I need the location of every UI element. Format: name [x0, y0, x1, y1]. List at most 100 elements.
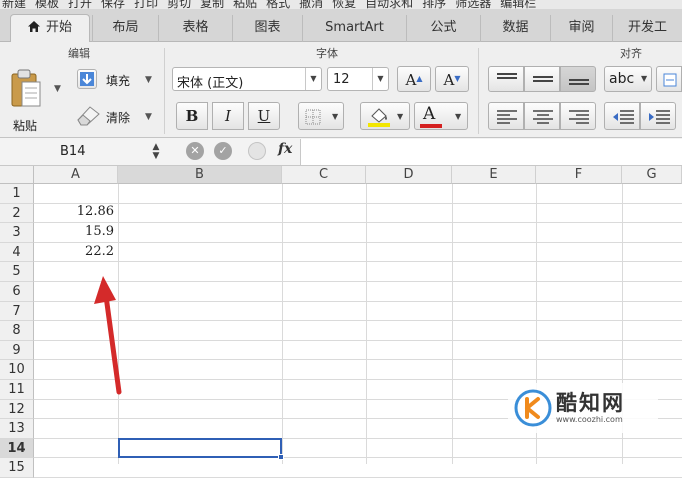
toolbar-formula-bar[interactable]: 编辑栏: [500, 0, 536, 9]
toolbar-open[interactable]: 打开: [68, 0, 92, 9]
fill-handle[interactable]: [278, 454, 284, 460]
tab-home[interactable]: 开始: [10, 14, 90, 43]
row-header-6[interactable]: 6: [0, 282, 34, 302]
insert-function-circle-icon[interactable]: [248, 142, 266, 160]
font-size-select[interactable]: 12 ▼: [327, 67, 389, 91]
toolbar-paste[interactable]: 粘贴: [233, 0, 257, 9]
toolbar-print[interactable]: 打印: [134, 0, 158, 9]
increase-indent-icon: [649, 110, 670, 124]
row-header-5[interactable]: 5: [0, 262, 34, 282]
toolbar-format[interactable]: 格式: [266, 0, 290, 9]
formula-input[interactable]: [300, 139, 682, 165]
toolbar-undo[interactable]: 撤消: [299, 0, 323, 9]
column-header-e[interactable]: E: [452, 166, 536, 184]
fx-icon[interactable]: fx: [278, 141, 292, 157]
eraser-icon[interactable]: [74, 104, 102, 126]
tab-layout[interactable]: 布局: [92, 15, 158, 42]
toolbar-sort[interactable]: 排序: [422, 0, 446, 9]
column-header-b[interactable]: B: [118, 166, 282, 184]
align-center-icon: [533, 110, 553, 124]
gridline: [282, 184, 283, 464]
bold-button[interactable]: B: [176, 102, 208, 130]
row-header-10[interactable]: 10: [0, 360, 34, 380]
font-color-button[interactable]: A ▼: [414, 102, 468, 130]
font-size-value: 12: [333, 72, 350, 87]
selected-cell-b14[interactable]: [118, 438, 282, 458]
name-box-stepper-icon[interactable]: ▲ ▼: [150, 143, 162, 161]
row-header-3[interactable]: 3: [0, 223, 34, 243]
gridline: [366, 184, 367, 464]
shrink-font-button[interactable]: A▼: [435, 66, 469, 92]
quick-toolbar: 新建 模板 打开 保存 打印 剪切 复制 粘贴 格式 撤消 恢复 自动求和 排序…: [0, 0, 682, 9]
align-right-button[interactable]: [560, 102, 596, 130]
toolbar-save[interactable]: 保存: [101, 0, 125, 9]
chevron-down-icon: ▼: [372, 68, 388, 90]
toolbar-new[interactable]: 新建: [2, 0, 26, 9]
fill-button[interactable]: [77, 69, 97, 89]
tab-developer[interactable]: 开发工: [612, 15, 682, 42]
merge-button[interactable]: [656, 66, 682, 92]
row-header-4[interactable]: 4: [0, 242, 34, 263]
toolbar-cut[interactable]: 剪切: [167, 0, 191, 9]
underline-button[interactable]: U: [248, 102, 280, 130]
toolbar-filter[interactable]: 筛选器: [455, 0, 491, 9]
gridline: [34, 300, 682, 302]
group-divider: [478, 48, 479, 134]
toolbar-redo[interactable]: 恢复: [332, 0, 356, 9]
confirm-icon[interactable]: ✓: [214, 142, 232, 160]
tab-charts[interactable]: 图表: [232, 15, 302, 42]
tab-review[interactable]: 审阅: [550, 15, 612, 42]
column-header-a[interactable]: A: [34, 166, 118, 184]
chevron-down-icon: ▼: [332, 112, 339, 121]
toolbar-template[interactable]: 模板: [35, 0, 59, 9]
row-header-1[interactable]: 1: [0, 184, 34, 204]
column-header-d[interactable]: D: [366, 166, 452, 184]
wrap-text-button[interactable]: abc ▼: [604, 66, 652, 92]
align-center-button[interactable]: [524, 102, 560, 130]
paste-icon[interactable]: [10, 68, 44, 112]
tab-data[interactable]: 数据: [480, 15, 550, 42]
align-bottom-button[interactable]: [560, 66, 596, 92]
column-header-c[interactable]: C: [282, 166, 366, 184]
toolbar-copy[interactable]: 复制: [200, 0, 224, 9]
tab-smartart[interactable]: SmartArt: [302, 15, 406, 42]
paste-dropdown-icon[interactable]: ▼: [54, 84, 61, 94]
align-right-icon: [569, 110, 589, 124]
name-box[interactable]: B14 ▲ ▼: [0, 140, 172, 164]
column-header-g[interactable]: G: [622, 166, 682, 184]
fill-color-button[interactable]: ▼: [360, 102, 410, 130]
decrease-indent-button[interactable]: [604, 102, 640, 130]
cell-a3[interactable]: 15.9: [34, 224, 114, 239]
fill-dropdown-icon[interactable]: ▼: [145, 75, 152, 85]
align-middle-icon: [533, 76, 553, 82]
row-header-8[interactable]: 8: [0, 321, 34, 341]
increase-indent-button[interactable]: [640, 102, 676, 130]
italic-button[interactable]: I: [212, 102, 244, 130]
tab-formulas[interactable]: 公式: [406, 15, 480, 42]
chevron-down-icon: ▼: [641, 74, 648, 83]
row-header-15[interactable]: 15: [0, 458, 34, 478]
toolbar-autosum[interactable]: 自动求和: [365, 0, 413, 9]
cell-a2[interactable]: 12.86: [34, 204, 114, 219]
row-header-11[interactable]: 11: [0, 380, 34, 400]
select-all-corner[interactable]: [0, 166, 34, 184]
align-top-button[interactable]: [488, 66, 524, 92]
row-header-9[interactable]: 9: [0, 340, 34, 361]
cancel-icon[interactable]: ✕: [186, 142, 204, 160]
row-header-13[interactable]: 13: [0, 419, 34, 439]
row-header-7[interactable]: 7: [0, 301, 34, 322]
tab-tables[interactable]: 表格: [158, 15, 232, 42]
align-left-button[interactable]: [488, 102, 524, 130]
clear-dropdown-icon[interactable]: ▼: [145, 112, 152, 122]
row-header-14[interactable]: 14: [0, 438, 34, 459]
row-header-12[interactable]: 12: [0, 399, 34, 420]
grow-font-button[interactable]: A▲: [397, 66, 431, 92]
gridline: [34, 379, 682, 380]
fill-label: 填充: [106, 74, 131, 88]
cell-a4[interactable]: 22.2: [34, 244, 114, 259]
borders-button[interactable]: ▼: [298, 102, 344, 130]
row-header-2[interactable]: 2: [0, 203, 34, 224]
font-name-select[interactable]: 宋体 (正文) ▼: [172, 67, 322, 91]
column-header-f[interactable]: F: [536, 166, 622, 184]
align-middle-button[interactable]: [524, 66, 560, 92]
